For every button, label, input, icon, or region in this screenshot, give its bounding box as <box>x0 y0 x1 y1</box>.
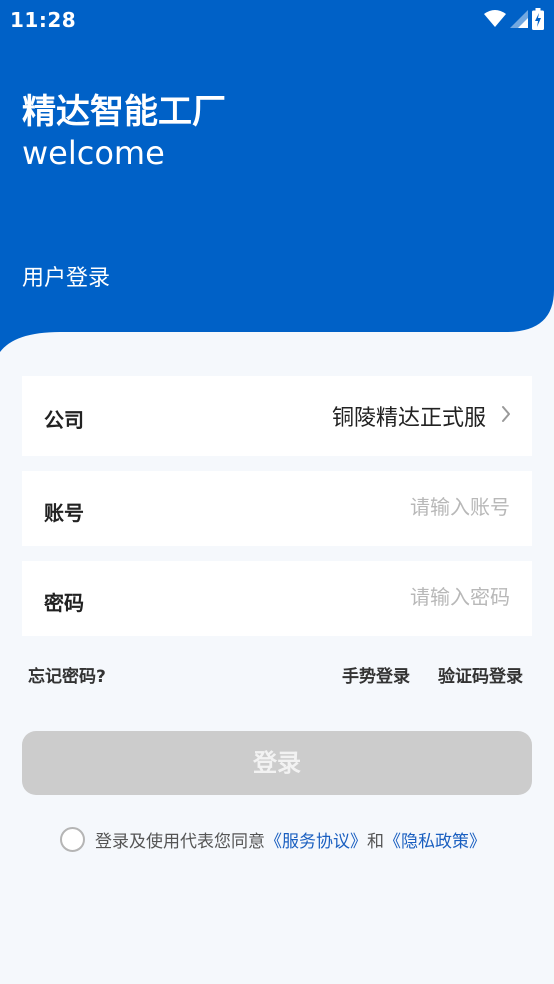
password-label: 密码 <box>44 591 84 615</box>
agreement-checkbox[interactable] <box>60 826 85 852</box>
gesture-login-link[interactable]: 手势登录 <box>342 662 410 687</box>
agreement-text: 登录及使用代表您同意《服务协议》和《隐私政策》 <box>95 827 486 852</box>
app-title: 精达智能工厂 <box>22 92 226 132</box>
agreement-prefix: 登录及使用代表您同意 <box>95 831 265 852</box>
login-screen: 11:28 精达智能工厂 welcome 用户登录 公司 铜陵精达正式服 账号 <box>0 0 554 984</box>
login-button[interactable]: 登录 <box>22 731 532 795</box>
agreement-and: 和 <box>367 831 384 852</box>
company-value: 铜陵精达正式服 <box>331 406 486 431</box>
chevron-right-icon <box>502 406 510 422</box>
service-agreement-link[interactable]: 《服务协议》 <box>265 832 367 852</box>
password-field: 密码 <box>22 561 532 636</box>
status-time: 11:28 <box>10 8 77 32</box>
account-label: 账号 <box>44 501 84 525</box>
company-selector[interactable]: 公司 铜陵精达正式服 <box>22 376 532 456</box>
privacy-policy-link[interactable]: 《隐私政策》 <box>384 832 486 852</box>
battery-icon <box>532 8 544 30</box>
forgot-password-link[interactable]: 忘记密码? <box>28 662 106 687</box>
agreement-row: 登录及使用代表您同意《服务协议》和《隐私政策》 <box>60 826 486 852</box>
account-field: 账号 <box>22 471 532 546</box>
password-input[interactable] <box>250 585 510 609</box>
status-bar: 11:28 <box>0 0 554 40</box>
signal-icon <box>510 10 528 28</box>
app-subtitle: welcome <box>22 134 165 172</box>
sms-login-link[interactable]: 验证码登录 <box>438 662 523 687</box>
company-label: 公司 <box>44 408 84 432</box>
header-background <box>0 0 554 352</box>
account-input[interactable] <box>250 495 510 519</box>
login-type-label: 用户登录 <box>22 266 111 291</box>
wifi-icon <box>484 10 506 27</box>
status-icons <box>484 7 544 31</box>
